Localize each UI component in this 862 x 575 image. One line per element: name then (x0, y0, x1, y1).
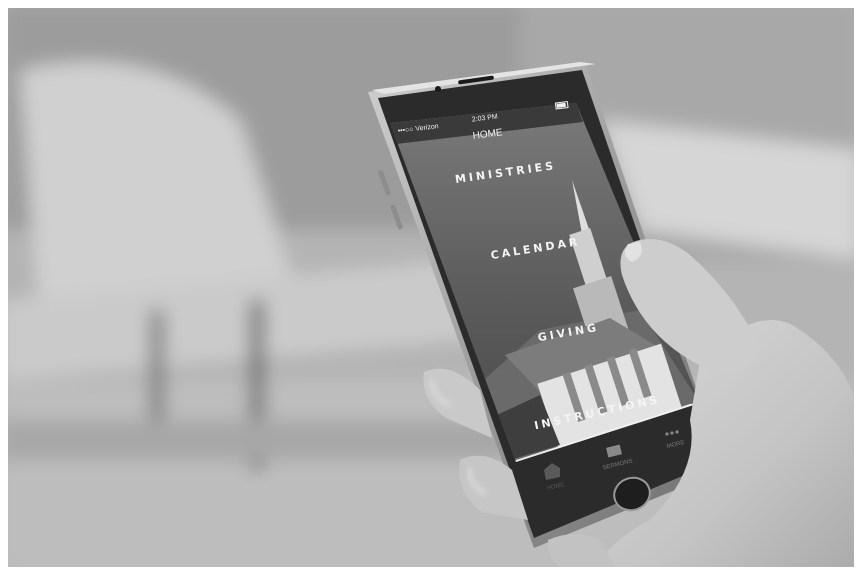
front-camera (435, 86, 441, 92)
photo-scene: •••○○ Verizon 2:03 PM HOME MINISTRIES CA… (0, 0, 862, 575)
